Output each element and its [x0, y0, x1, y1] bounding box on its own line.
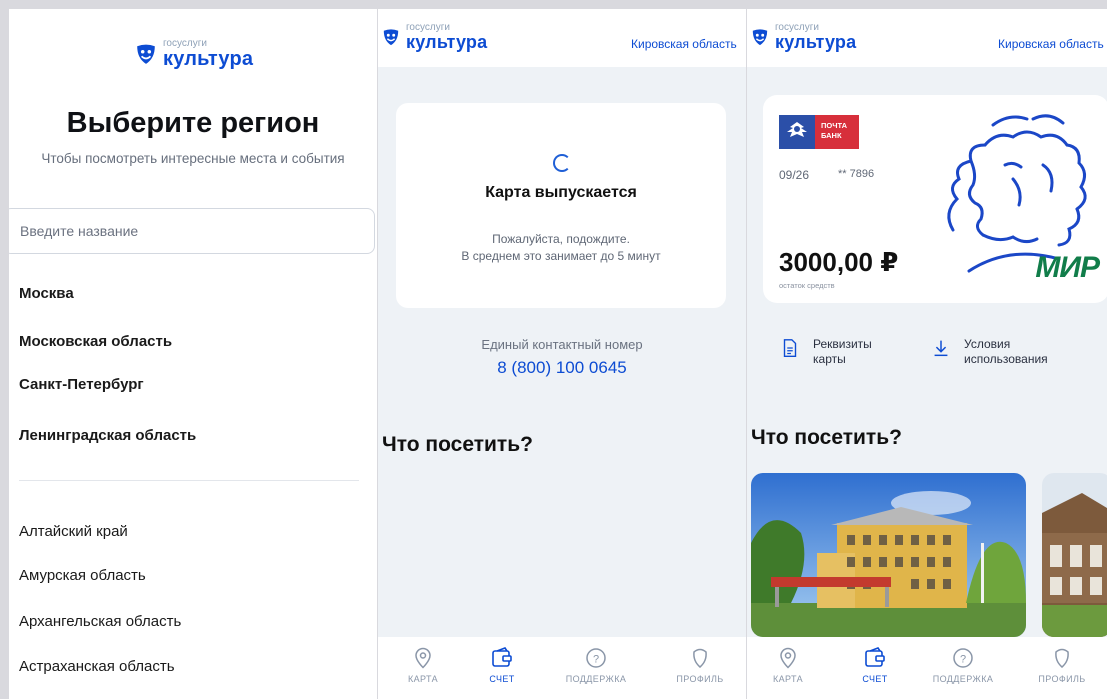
region-item[interactable]: Москва	[19, 285, 74, 302]
nav-tab-support[interactable]: ? ПОДДЕРЖКА	[923, 646, 1003, 684]
region-select-screen: госуслуги культура Выберите регион Чтобы…	[9, 9, 377, 699]
bottom-nav: КАРТА СЧЕТ ? ПОДДЕРЖКА ПРОФИЛЬ	[378, 637, 746, 699]
region-item[interactable]: Санкт-Петербург	[19, 376, 144, 393]
region-item[interactable]: Амурская область	[19, 567, 146, 584]
profile-icon	[1055, 648, 1069, 668]
nav-tab-account[interactable]: СЧЕТ	[462, 646, 542, 684]
card-screen: госуслуги культура Кировская область ПОЧ…	[747, 9, 1107, 699]
nav-label: ПРОФИЛЬ	[676, 674, 724, 684]
terms-of-use-label-line: использования	[964, 352, 1048, 366]
nav-label: КАРТА	[407, 674, 439, 684]
region-item[interactable]: Астраханская область	[19, 658, 175, 675]
map-pin-icon	[780, 647, 796, 669]
divider	[19, 480, 359, 481]
issuing-status-card: Карта выпускается Пожалуйста, подождите.…	[396, 103, 726, 308]
card-details-button[interactable]: Реквизиты карты	[779, 337, 872, 367]
region-item[interactable]: Ленинградская область	[19, 427, 196, 444]
map-pin-icon	[415, 647, 431, 669]
bank-logo: ПОЧТА БАНК	[779, 115, 859, 149]
card-number: ** 7896	[838, 168, 875, 180]
loading-spinner-icon	[553, 154, 571, 172]
bottom-nav: КАРТА СЧЕТ ? ПОДДЕРЖКА ПРОФИЛЬ	[747, 637, 1107, 699]
pushkin-card[interactable]: ПОЧТА БАНК 09/26 ** 7896 МИР 3000,00 ₽ о…	[763, 95, 1107, 303]
theater-mask-icon	[137, 44, 155, 64]
card-details-label-line: карты	[813, 352, 846, 366]
nav-tab-account[interactable]: СЧЕТ	[835, 646, 915, 684]
wallet-icon	[492, 647, 512, 667]
eagle-emblem-icon	[779, 115, 815, 149]
place-photo	[1042, 473, 1107, 637]
nav-label: КАРТА	[772, 674, 804, 684]
svg-text:?: ?	[960, 654, 966, 666]
issuing-message-line: В среднем это занимает до 5 минут	[461, 249, 661, 263]
nav-tab-map[interactable]: КАРТА	[748, 646, 828, 684]
place-card[interactable]	[1042, 473, 1107, 637]
terms-of-use-label-line: Условия	[964, 337, 1011, 351]
top-bar: госуслуги культура Кировская область	[747, 9, 1107, 67]
card-expiry: 09/26	[779, 168, 810, 182]
section-title: Что посетить?	[751, 426, 902, 449]
contact-phone-link[interactable]: 8 (800) 100 0645	[378, 358, 746, 378]
profile-icon	[693, 648, 707, 668]
terms-of-use-button[interactable]: Условия использования	[930, 337, 1048, 367]
question-icon: ?	[586, 648, 606, 668]
place-card[interactable]	[751, 473, 1026, 637]
nav-label: СЧЕТ	[862, 674, 888, 684]
page-title: Выберите регион	[66, 107, 320, 139]
logo-big-text: культура	[406, 32, 488, 52]
region-item[interactable]: Алтайский край	[19, 523, 128, 540]
region-item[interactable]: Архангельская область	[19, 613, 181, 630]
logo-big-text: культура	[163, 48, 254, 70]
app-logo: госуслуги культура	[382, 23, 487, 51]
logo-big-text: культура	[775, 32, 857, 52]
card-balance-label: остаток средств	[779, 281, 835, 290]
document-icon	[783, 339, 797, 357]
nav-label: ПОДДЕРЖКА	[565, 674, 627, 684]
region-selector-link[interactable]: Кировская область	[631, 37, 737, 51]
theater-mask-icon	[383, 29, 399, 46]
bank-name-line: ПОЧТА	[821, 121, 848, 130]
nav-tab-support[interactable]: ? ПОДДЕРЖКА	[556, 646, 636, 684]
terms-of-use-label: Условия использования	[964, 337, 1048, 367]
nav-label: СЧЕТ	[489, 674, 515, 684]
theater-mask-icon	[752, 29, 768, 46]
region-search-box[interactable]	[9, 208, 375, 254]
bank-name-line: БАНК	[821, 131, 842, 140]
question-icon: ?	[953, 648, 973, 668]
nav-label: ПРОФИЛЬ	[1038, 674, 1086, 684]
nav-label: ПОДДЕРЖКА	[932, 674, 994, 684]
issuing-message-line: Пожалуйста, подождите.	[492, 232, 630, 246]
download-icon	[934, 340, 948, 357]
region-selector-link[interactable]: Кировская область	[998, 37, 1104, 51]
contact-label: Единый контактный номер	[481, 337, 643, 352]
nav-tab-profile[interactable]: ПРОФИЛЬ	[660, 646, 740, 684]
app-logo: госуслуги культура	[135, 39, 253, 69]
nav-tab-profile[interactable]: ПРОФИЛЬ	[1022, 646, 1102, 684]
wallet-icon	[865, 647, 885, 667]
issuing-message: Пожалуйста, подождите. В среднем это зан…	[396, 231, 726, 265]
card-issuing-screen: госуслуги культура Кировская область Кар…	[378, 9, 746, 699]
nav-tab-map[interactable]: КАРТА	[383, 646, 463, 684]
page-subtitle: Чтобы посмотреть интересные места и собы…	[41, 151, 345, 166]
top-bar: госуслуги культура Кировская область	[378, 9, 746, 67]
app-logo: госуслуги культура	[751, 23, 856, 51]
bank-name: ПОЧТА БАНК	[815, 115, 859, 149]
section-title: Что посетить?	[382, 433, 533, 456]
region-search-input[interactable]	[9, 209, 374, 253]
card-details-label: Реквизиты карты	[813, 337, 872, 367]
card-details-label-line: Реквизиты	[813, 337, 872, 351]
region-item[interactable]: Московская область	[19, 333, 172, 350]
place-photo	[751, 473, 1026, 637]
svg-text:?: ?	[593, 654, 599, 666]
card-balance: 3000,00 ₽	[779, 247, 899, 277]
issuing-title: Карта выпускается	[485, 184, 637, 201]
payment-system-logo: МИР	[1035, 251, 1100, 284]
